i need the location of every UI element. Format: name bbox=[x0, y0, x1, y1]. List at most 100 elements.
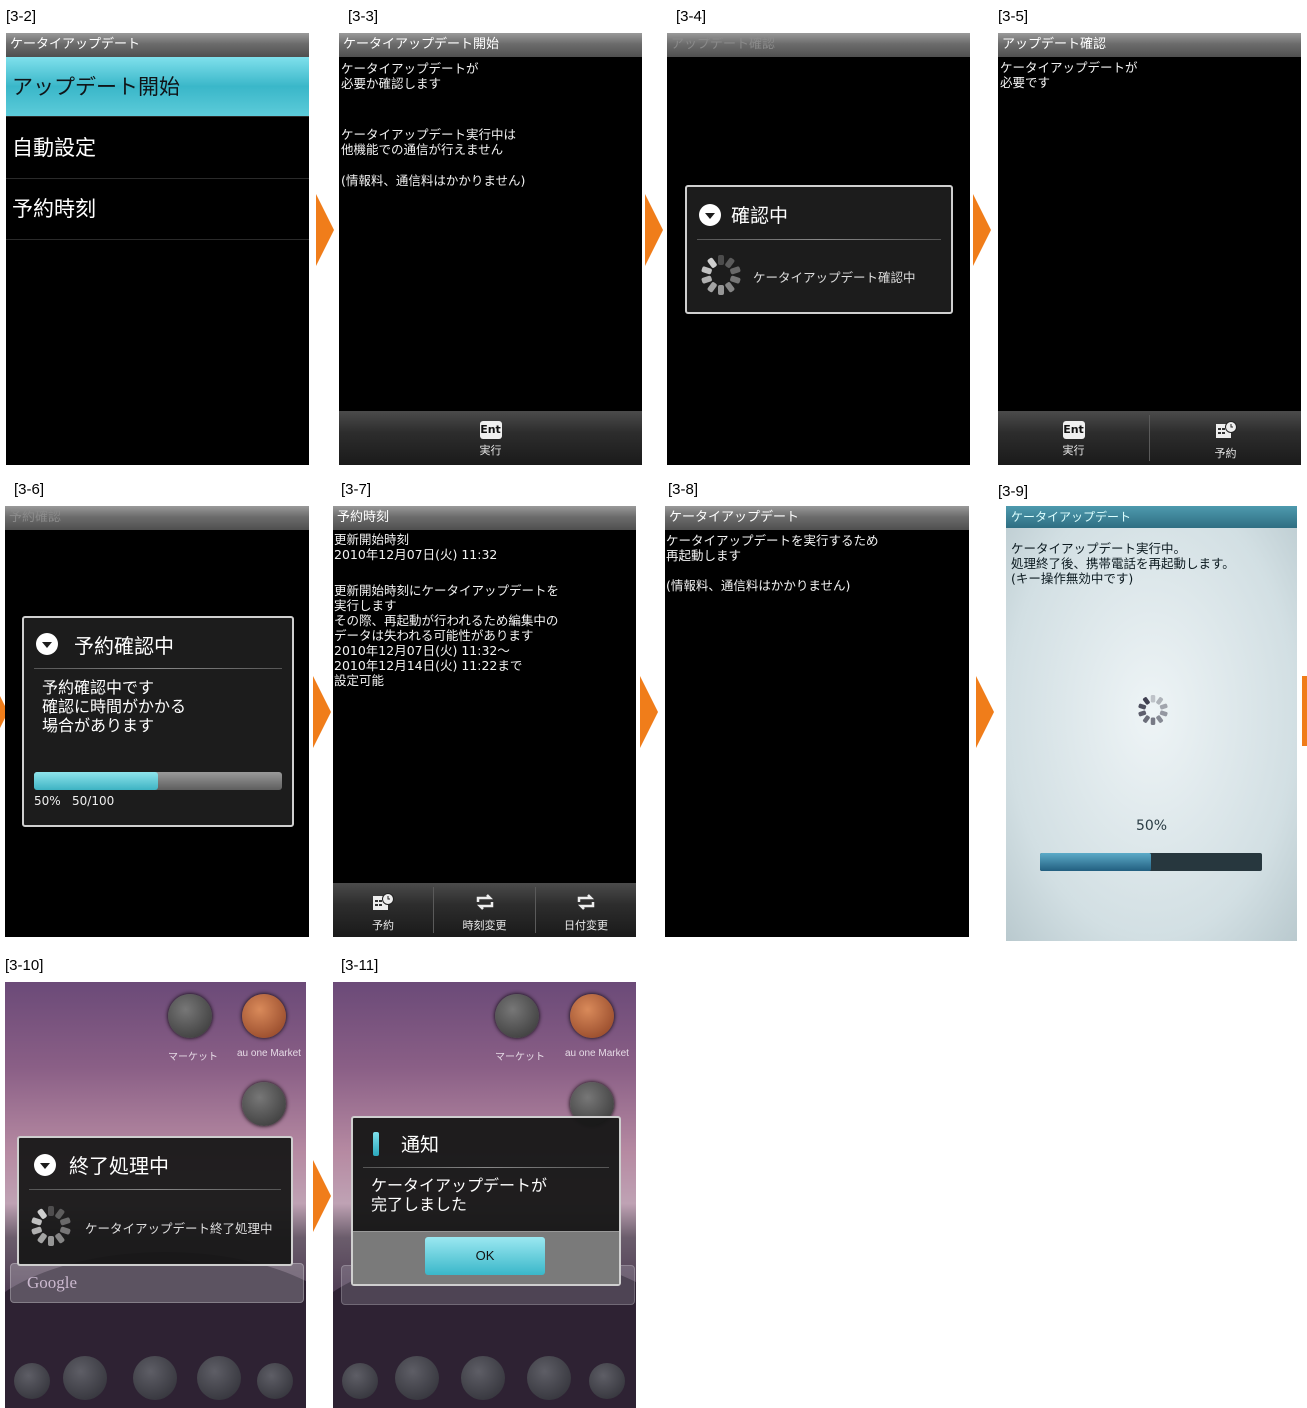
title-bar: ケータイアップデート bbox=[665, 506, 969, 530]
spinner-segment bbox=[729, 265, 741, 275]
settings-icon[interactable] bbox=[242, 1082, 286, 1126]
spinner-segment bbox=[1159, 703, 1168, 710]
reservation-dialog: 予約確認中 予約確認中です 確認に時間がかかる 場合があります 50% 50/1… bbox=[22, 616, 294, 827]
spinner-segment bbox=[706, 281, 718, 293]
phone-icon[interactable] bbox=[395, 1356, 439, 1400]
dialog-message: 予約確認中です 確認に時間がかかる 場合があります bbox=[42, 678, 187, 735]
dialog-title: 確認中 bbox=[731, 205, 789, 227]
execute-label: 実行 bbox=[479, 444, 502, 457]
phone-icon[interactable] bbox=[63, 1356, 107, 1400]
dialog-down-icon bbox=[36, 633, 58, 655]
arrow-right-icon bbox=[973, 194, 991, 266]
screen-3-3: ケータイアップデート開始 ケータイアップデートが 必要か確認します ケータイアッ… bbox=[339, 33, 642, 465]
label-3-4: [3-4] bbox=[676, 8, 707, 25]
mail-icon[interactable] bbox=[461, 1356, 505, 1400]
spinner-icon bbox=[1138, 695, 1168, 725]
menu-item-update-start[interactable]: アップデート開始 bbox=[6, 57, 309, 117]
screen-3-10: マーケット au one Market Google 終了処理中 ケータイアップ… bbox=[5, 982, 306, 1408]
dialog-message: ケータイアップデート確認中 bbox=[753, 270, 916, 285]
shutdown-dialog: 終了処理中 ケータイアップデート終了処理中 bbox=[17, 1136, 293, 1266]
reserve-button[interactable]: 予約 bbox=[1150, 411, 1301, 465]
dialog-down-icon bbox=[34, 1154, 56, 1176]
change-time-button[interactable]: 時刻変更 bbox=[434, 883, 535, 937]
market-icon[interactable] bbox=[495, 994, 539, 1038]
google-search-bar[interactable]: Google bbox=[10, 1263, 304, 1303]
au-one-market-icon[interactable] bbox=[570, 994, 614, 1038]
title-bar: アップデート確認 bbox=[667, 33, 970, 57]
window-switch-icon[interactable] bbox=[589, 1363, 625, 1399]
label-3-2: [3-2] bbox=[6, 8, 37, 25]
arrow-right-icon bbox=[976, 676, 994, 748]
execute-button[interactable]: Ent 実行 bbox=[339, 411, 642, 465]
change-time-label: 時刻変更 bbox=[462, 919, 507, 932]
calendar-clock-icon bbox=[1215, 421, 1237, 438]
info-text: ケータイアップデートが 必要か確認します bbox=[341, 61, 479, 91]
info-text: 更新開始時刻にケータイアップデートを 実行します その際、再起動が行われるため編… bbox=[334, 583, 560, 688]
google-logo: Google bbox=[27, 1273, 78, 1292]
spinner-icon bbox=[31, 1206, 71, 1246]
progress-fill bbox=[1040, 853, 1151, 871]
dialog-message: ケータイアップデート終了処理中 bbox=[85, 1221, 273, 1236]
spinner-segment bbox=[724, 281, 736, 293]
dialog-divider bbox=[363, 1167, 609, 1168]
info-text: ケータイアップデートが 必要です bbox=[1000, 60, 1138, 90]
screen-3-11: マーケット au one Market 通知 ケータイアップデートが 完了しまし… bbox=[333, 982, 636, 1408]
progress-percent: 50% bbox=[1135, 818, 1168, 834]
app-drawer-icon[interactable] bbox=[14, 1363, 50, 1399]
screen-3-2: ケータイアップデート アップデート開始 自動設定 予約時刻 bbox=[6, 33, 309, 465]
notification-dialog: 通知 ケータイアップデートが 完了しました OK bbox=[351, 1116, 621, 1286]
spinner-segment bbox=[1150, 695, 1156, 703]
repeat-icon bbox=[577, 894, 595, 910]
window-switch-icon[interactable] bbox=[257, 1363, 293, 1399]
screen-3-6: 予約確認 予約確認中 予約確認中です 確認に時間がかかる 場合があります 50%… bbox=[5, 506, 309, 937]
mail-icon[interactable] bbox=[133, 1356, 177, 1400]
spinner-segment bbox=[48, 1236, 54, 1246]
calendar-clock-icon bbox=[373, 893, 394, 910]
spinner-icon bbox=[701, 255, 741, 295]
dialog-title: 終了処理中 bbox=[69, 1154, 169, 1178]
screen-3-7: 予約時刻 更新開始時刻 2010年12月07日(火) 11:32 更新開始時刻に… bbox=[333, 506, 636, 937]
spinner-segment bbox=[48, 1206, 54, 1216]
market-icon[interactable] bbox=[168, 994, 212, 1038]
info-icon bbox=[373, 1132, 379, 1156]
browser-icon[interactable] bbox=[527, 1356, 571, 1400]
change-date-button[interactable]: 日付変更 bbox=[536, 883, 636, 937]
dialog-divider bbox=[34, 668, 282, 669]
info-text: 更新開始時刻 2010年12月07日(火) 11:32 bbox=[334, 532, 498, 562]
menu-item-reservation-time[interactable]: 予約時刻 bbox=[6, 179, 309, 240]
label-3-3: [3-3] bbox=[348, 8, 379, 25]
screen-3-8: ケータイアップデート ケータイアップデートを実行するため 再起動します (情報料… bbox=[665, 506, 969, 937]
progress-percent: 50% bbox=[34, 794, 61, 808]
reserve-label: 予約 bbox=[1214, 447, 1237, 460]
app-label-market: マーケット bbox=[168, 1052, 218, 1063]
spinner-segment bbox=[718, 285, 724, 295]
spinner-segment bbox=[729, 275, 741, 285]
progress-bar bbox=[34, 772, 282, 790]
arrow-right-icon bbox=[1302, 676, 1307, 746]
arrow-right-icon bbox=[640, 676, 658, 748]
app-drawer-icon[interactable] bbox=[342, 1363, 378, 1399]
progress-fill bbox=[34, 772, 158, 790]
spinner-segment bbox=[1142, 714, 1151, 724]
menu-item-auto-setting[interactable]: 自動設定 bbox=[6, 118, 309, 179]
progress-panel: ケータイアップデート実行中。 処理終了後、携帯電話を再起動します。 (キー操作無… bbox=[1006, 528, 1297, 941]
reserve-button[interactable]: 予約 bbox=[333, 883, 433, 937]
dialog-divider bbox=[29, 1189, 281, 1190]
info-text: ケータイアップデート実行中は 他機能での通信が行えません bbox=[341, 127, 517, 157]
execute-label: 実行 bbox=[1062, 444, 1085, 457]
reserve-label: 予約 bbox=[372, 919, 394, 932]
au-one-market-icon[interactable] bbox=[242, 994, 286, 1038]
repeat-icon bbox=[476, 894, 493, 910]
dialog-message: ケータイアップデートが 完了しました bbox=[371, 1176, 548, 1214]
bottom-bar: Ent 実行 bbox=[339, 411, 642, 465]
label-3-8: [3-8] bbox=[668, 481, 699, 498]
execute-button[interactable]: Ent 実行 bbox=[998, 411, 1149, 465]
label-3-5: [3-5] bbox=[998, 8, 1029, 25]
screen-3-9: ケータイアップデート ケータイアップデート実行中。 処理終了後、携帯電話を再起動… bbox=[1006, 506, 1297, 941]
label-3-7: [3-7] bbox=[341, 481, 372, 498]
title-bar: ケータイアップデート bbox=[1006, 506, 1297, 528]
spinner-segment bbox=[36, 1232, 48, 1244]
spinner-segment bbox=[1150, 717, 1156, 725]
browser-icon[interactable] bbox=[197, 1356, 241, 1400]
ok-button[interactable]: OK bbox=[425, 1237, 545, 1275]
